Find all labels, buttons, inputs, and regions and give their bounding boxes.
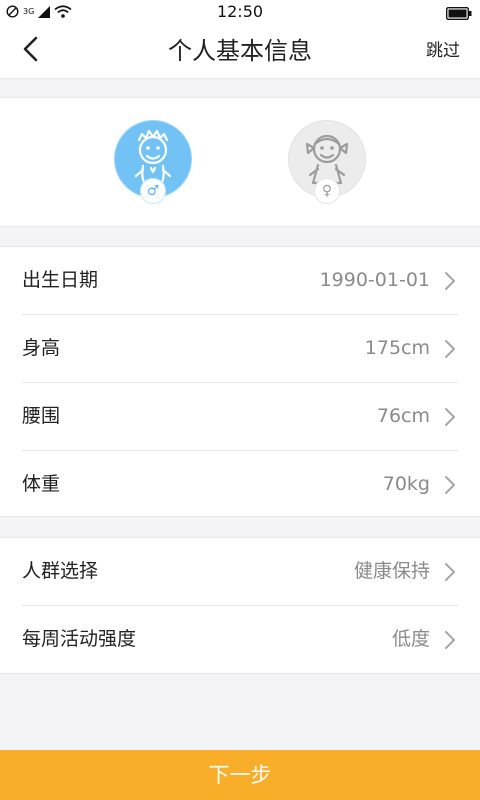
status-bar: 3G 12:50: [0, 0, 480, 24]
back-button[interactable]: [12, 35, 48, 67]
chevron-right-icon: [444, 339, 456, 359]
next-step-button[interactable]: 下一步: [0, 750, 480, 800]
battery-icon: [445, 5, 472, 21]
back-arrow-icon: [22, 36, 38, 66]
header: 个人基本信息 跳过: [0, 24, 480, 79]
skip-button[interactable]: 跳过: [426, 24, 460, 78]
gender-option-female[interactable]: ♀: [288, 120, 366, 204]
row-waist[interactable]: 腰围 76cm: [22, 383, 458, 451]
row-population-group[interactable]: 人群选择 健康保持: [22, 538, 458, 606]
chevron-right-icon: [444, 562, 456, 582]
basic-info-list: 出生日期 1990-01-01 身高 175cm 腰围 76cm 体重 70kg: [0, 246, 480, 517]
chevron-right-icon: [444, 271, 456, 291]
row-label: 人群选择: [22, 560, 99, 582]
page-title: 个人基本信息: [168, 37, 312, 65]
row-value: 76cm: [376, 405, 430, 427]
chevron-right-icon: [444, 630, 456, 650]
row-weekly-activity[interactable]: 每周活动强度 低度: [22, 606, 458, 673]
row-label: 出生日期: [22, 269, 99, 291]
row-label: 腰围: [22, 405, 61, 427]
chevron-right-icon: [444, 407, 456, 427]
female-symbol-icon: ♀: [314, 178, 340, 204]
activity-info-list: 人群选择 健康保持 每周活动强度 低度: [0, 537, 480, 674]
row-label: 每周活动强度: [22, 628, 137, 650]
gender-selector: ♂ ♀: [0, 97, 480, 227]
row-value: 175cm: [364, 337, 430, 359]
row-value: 70kg: [382, 473, 430, 495]
page: 3G 12:50 个人基本信息 跳过 ♂ ♀ 出生日期 1990-01-01 身…: [0, 0, 480, 800]
row-label: 体重: [22, 473, 61, 495]
row-height[interactable]: 身高 175cm: [22, 315, 458, 383]
row-value: 健康保持: [353, 560, 430, 582]
row-birthdate[interactable]: 出生日期 1990-01-01: [22, 247, 458, 315]
male-symbol-icon: ♂: [140, 178, 166, 204]
row-value: 1990-01-01: [319, 269, 430, 291]
row-label: 身高: [22, 337, 61, 359]
status-time: 12:50: [216, 2, 264, 21]
gender-option-male[interactable]: ♂: [114, 120, 192, 204]
row-value: 低度: [391, 628, 430, 650]
row-weight[interactable]: 体重 70kg: [22, 451, 458, 518]
chevron-right-icon: [444, 475, 456, 495]
